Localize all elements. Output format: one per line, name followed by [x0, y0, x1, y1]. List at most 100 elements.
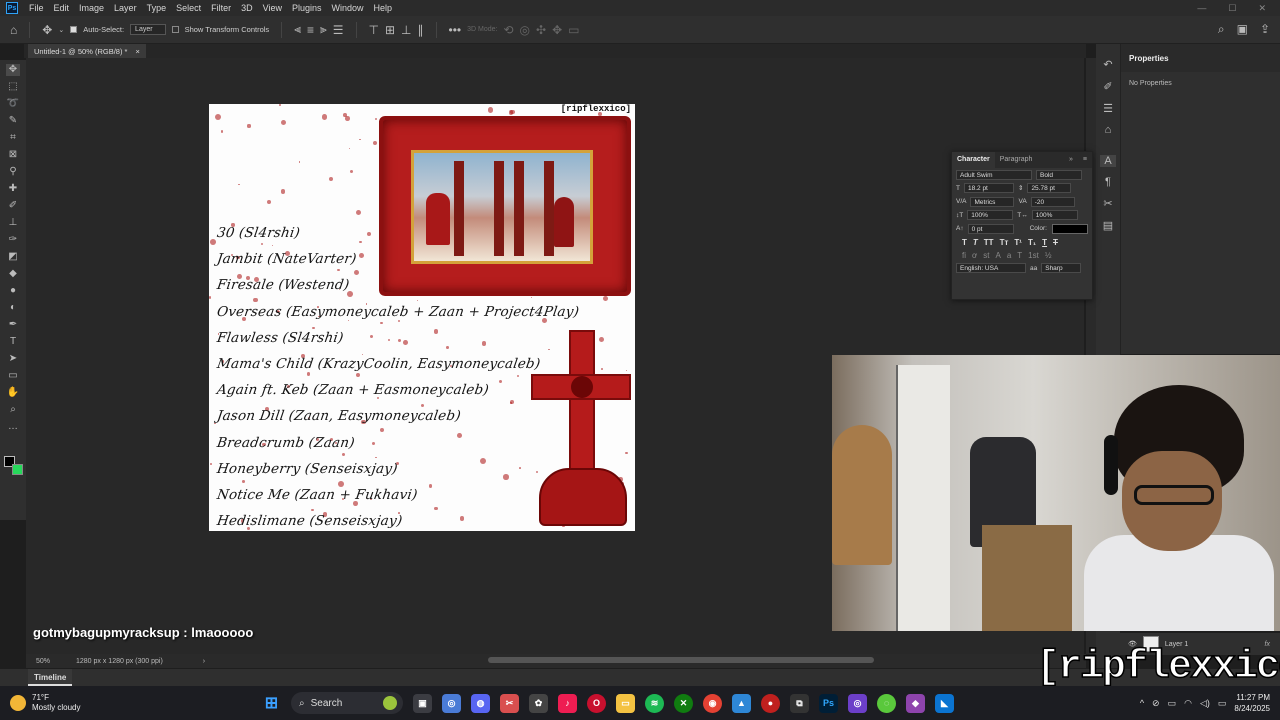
- auto-select-checkbox[interactable]: [70, 26, 78, 33]
- close-icon[interactable]: ✕: [1258, 3, 1266, 14]
- properties-panel-icon[interactable]: ▤: [1100, 219, 1116, 232]
- xbox-icon[interactable]: ✕: [674, 693, 693, 713]
- chevron-right-icon[interactable]: ›: [163, 658, 205, 665]
- quick-select-tool-icon[interactable]: ✎: [6, 115, 20, 127]
- horizontal-scrollbar-thumb[interactable]: [488, 657, 874, 663]
- document-canvas[interactable]: [ripflexxico] 30 (Sl4rshi) Jambit (NateV…: [209, 104, 635, 531]
- windows-start-icon[interactable]: ⊞: [262, 694, 281, 713]
- superscript-button[interactable]: T¹: [1014, 238, 1022, 247]
- distribute-vertical-icon[interactable]: ∥: [418, 23, 424, 37]
- obs-icon[interactable]: ◎: [848, 693, 867, 713]
- settings-app-icon[interactable]: ◣: [935, 693, 954, 713]
- blur-tool-icon[interactable]: ●: [6, 285, 20, 297]
- tracking-field[interactable]: -20: [1030, 196, 1075, 207]
- lasso-tool-icon[interactable]: ➰: [6, 98, 20, 110]
- align-middle-icon[interactable]: ⊞: [385, 23, 395, 37]
- font-family-dropdown[interactable]: Adult Swim: [956, 169, 1032, 180]
- align-left-icon[interactable]: ⫷: [294, 22, 301, 37]
- fractions-icon[interactable]: ½: [1045, 251, 1052, 260]
- menu-edit[interactable]: Edit: [49, 3, 75, 13]
- collapse-icon[interactable]: »: [1064, 152, 1078, 168]
- close-tab-icon[interactable]: ×: [135, 47, 139, 56]
- underline-button[interactable]: T: [1042, 238, 1047, 247]
- menu-view[interactable]: View: [258, 3, 287, 13]
- brush-settings-icon[interactable]: ✐: [1100, 80, 1116, 93]
- align-right-icon[interactable]: ⫸: [320, 22, 327, 37]
- roblox-icon[interactable]: ●: [761, 693, 780, 713]
- leading-field[interactable]: 25.78 pt: [1027, 183, 1072, 194]
- opera-icon[interactable]: O: [587, 693, 606, 713]
- home-icon[interactable]: ⌂: [10, 23, 17, 37]
- capcut-icon[interactable]: ⧉: [790, 693, 809, 713]
- brush-tool-icon[interactable]: ✐: [6, 200, 20, 212]
- chevron-down-icon[interactable]: ⌄: [58, 26, 64, 34]
- tools-panel-icon[interactable]: ✂: [1100, 197, 1116, 210]
- libraries-icon[interactable]: ⌂: [1100, 124, 1116, 136]
- align-top-icon[interactable]: ⊤: [369, 23, 379, 37]
- baseline-field[interactable]: 0 pt: [967, 223, 1014, 234]
- wifi-icon[interactable]: ◠: [1184, 698, 1192, 709]
- battery-icon[interactable]: ▭: [1218, 698, 1227, 709]
- menu-select[interactable]: Select: [171, 3, 206, 13]
- menu-image[interactable]: Image: [74, 3, 109, 13]
- auto-select-target-dropdown[interactable]: Layer: [130, 24, 166, 35]
- color-swatches[interactable]: [4, 456, 24, 476]
- menu-window[interactable]: Window: [327, 3, 369, 13]
- chrome-icon[interactable]: ◉: [703, 693, 722, 713]
- all-caps-button[interactable]: TT: [984, 238, 994, 247]
- horizontal-scale-field[interactable]: 100%: [1031, 210, 1078, 221]
- move-tool-icon[interactable]: ✥: [42, 23, 52, 37]
- history-icon[interactable]: ↶: [1100, 58, 1116, 71]
- minimize-icon[interactable]: —: [1197, 3, 1206, 14]
- hand-tool-icon[interactable]: ✋: [6, 387, 20, 399]
- spotify-icon[interactable]: ≋: [645, 693, 664, 713]
- taskbar-search[interactable]: ⌕ Search: [291, 692, 403, 714]
- menu-layer[interactable]: Layer: [109, 3, 142, 13]
- menu-type[interactable]: Type: [142, 3, 172, 13]
- move-tool-icon[interactable]: ✥: [6, 64, 20, 76]
- faux-italic-button[interactable]: T: [973, 238, 978, 247]
- type-tool-icon[interactable]: T: [6, 336, 20, 348]
- vertical-scale-field[interactable]: 100%: [967, 210, 1014, 221]
- frame-tool-icon[interactable]: ⊠: [6, 149, 20, 161]
- discretionary-ligature-icon[interactable]: st: [983, 251, 989, 260]
- subscript-button[interactable]: T₁: [1028, 238, 1036, 247]
- text-color-swatch[interactable]: [1052, 223, 1088, 234]
- panel-menu-icon[interactable]: ≡: [1078, 152, 1092, 168]
- search-icon[interactable]: ⌕: [1218, 22, 1225, 37]
- font-size-field[interactable]: 18.2 pt: [963, 183, 1014, 194]
- line-icon[interactable]: ◌: [877, 693, 896, 713]
- file-explorer-icon[interactable]: ▭: [616, 693, 635, 713]
- align-center-icon[interactable]: ≡: [307, 23, 314, 37]
- display-icon[interactable]: ▭: [1168, 698, 1177, 709]
- mic-muted-icon[interactable]: ⊘: [1152, 698, 1160, 709]
- strikethrough-button[interactable]: T: [1053, 238, 1058, 247]
- document-tab[interactable]: Untitled-1 @ 50% (RGB/8) * ×: [28, 44, 146, 58]
- more-options-icon[interactable]: •••: [449, 23, 462, 37]
- font-style-dropdown[interactable]: Bold: [1036, 169, 1082, 180]
- distribute-icon[interactable]: ☰: [333, 23, 344, 37]
- maximize-icon[interactable]: ☐: [1228, 3, 1236, 14]
- marquee-tool-icon[interactable]: ⬚: [6, 81, 20, 93]
- chevron-up-icon[interactable]: ^: [1140, 698, 1144, 708]
- align-bottom-icon[interactable]: ⊥: [401, 23, 411, 37]
- swash-icon[interactable]: A: [995, 251, 1000, 260]
- small-caps-button[interactable]: Tт: [1000, 238, 1009, 247]
- weather-widget[interactable]: 71°F Mostly cloudy: [0, 686, 120, 720]
- snipping-tool-icon[interactable]: ✂: [500, 693, 519, 713]
- discord-icon[interactable]: ◍: [471, 693, 490, 713]
- menu-filter[interactable]: Filter: [206, 3, 236, 13]
- task-view-icon[interactable]: ▣: [413, 693, 432, 713]
- titling-alternates-icon[interactable]: T: [1017, 251, 1022, 260]
- history-brush-tool-icon[interactable]: ✑: [6, 234, 20, 246]
- path-select-tool-icon[interactable]: ➤: [6, 353, 20, 365]
- menu-3d[interactable]: 3D: [236, 3, 258, 13]
- pen-tool-icon[interactable]: ✒: [6, 319, 20, 331]
- tab-timeline[interactable]: Timeline: [28, 669, 73, 686]
- contextual-alternates-icon[interactable]: ơ: [972, 251, 977, 260]
- transform-controls-checkbox[interactable]: [171, 26, 179, 33]
- dodge-tool-icon[interactable]: ◐: [6, 302, 20, 314]
- paragraph-panel-icon[interactable]: ¶: [1100, 176, 1116, 188]
- adjustments-icon[interactable]: ☰: [1100, 102, 1116, 115]
- copilot-icon[interactable]: ◎: [442, 693, 461, 713]
